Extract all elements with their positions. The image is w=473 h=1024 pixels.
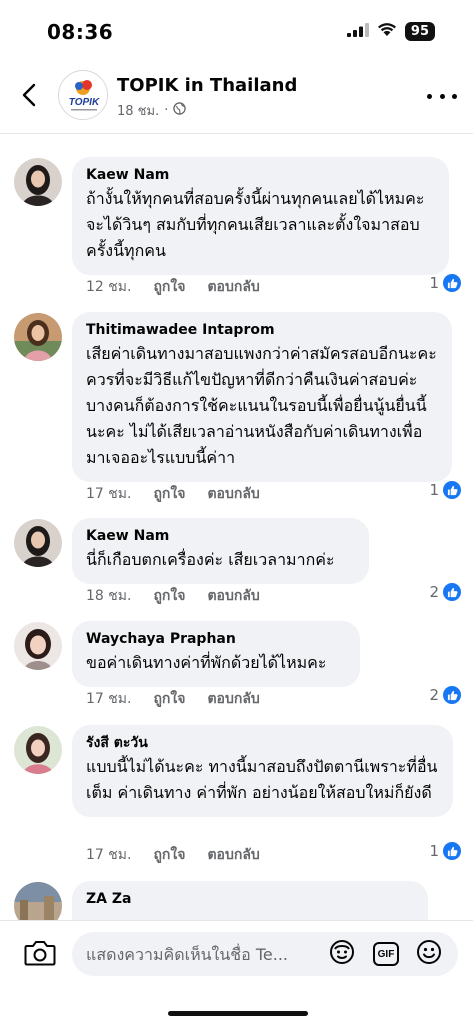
page-name[interactable]: TOPIK in Thailand: [117, 75, 297, 96]
comment-time: 12 ชม.: [86, 279, 132, 295]
status-time: 08:36: [47, 20, 114, 44]
reaction-count-value: 1: [429, 481, 439, 499]
comment-text: ถ้างั้นให้ทุกคนที่สอบครั้งนี้ผ่านทุกคนเล…: [86, 189, 425, 260]
comment-input[interactable]: [86, 932, 326, 976]
more-icon: [427, 93, 432, 99]
post-age: 18 ชม.: [117, 104, 160, 119]
reaction-count-value: 2: [429, 686, 439, 704]
like-icon: [443, 274, 461, 292]
comment-text: นี่ก็เกือบตกเครื่องค่ะ เสียเวลามากค่ะ: [86, 550, 335, 569]
comment-author[interactable]: Kaew Nam: [86, 166, 435, 184]
comment-bubble: Thitimawadee Intaprom เสียค่าเดินทางมาสอ…: [72, 312, 452, 482]
reaction-count-value: 2: [429, 583, 439, 601]
comment-time: 18 ชม.: [86, 588, 132, 604]
comment-time: 17 ชม.: [86, 847, 132, 863]
reaction-count[interactable]: 1: [429, 481, 461, 499]
reaction-count[interactable]: 1: [429, 274, 461, 292]
battery-indicator: 95: [404, 22, 435, 41]
comment-composer: GIF: [0, 920, 473, 1024]
comment-actions: 18 ชม. ถูกใจ ตอบกลับ: [86, 585, 260, 607]
page-logo[interactable]: TOPIK: [58, 70, 108, 120]
comment-author[interactable]: Thitimawadee Intaprom: [86, 321, 438, 339]
like-icon: [443, 842, 461, 860]
more-options-button[interactable]: [427, 86, 457, 106]
comment-actions: 17 ชม. ถูกใจ ตอบกลับ: [86, 844, 260, 866]
back-arrow-icon: [22, 83, 36, 111]
reply-button[interactable]: ตอบกลับ: [207, 688, 259, 710]
comment-author[interactable]: Kaew Nam: [86, 527, 355, 545]
gif-button[interactable]: GIF: [372, 940, 400, 968]
avatar[interactable]: [14, 158, 62, 206]
reaction-count[interactable]: 2: [429, 686, 461, 704]
emoji-button[interactable]: [415, 940, 443, 968]
camera-icon: [24, 941, 56, 971]
home-indicator[interactable]: [168, 1011, 308, 1016]
comment-author[interactable]: ZA Za: [86, 890, 414, 908]
reply-button[interactable]: ตอบกลับ: [207, 585, 259, 607]
comment-time: 17 ชม.: [86, 691, 132, 707]
like-button[interactable]: ถูกใจ: [153, 844, 185, 866]
comment-author[interactable]: Waychaya Praphan: [86, 630, 346, 648]
comment-time: 17 ชม.: [86, 486, 132, 502]
reaction-count[interactable]: 1: [429, 842, 461, 860]
comment-bubble: Kaew Nam ถ้างั้นให้ทุกคนที่สอบครั้งนี้ผ่…: [72, 157, 449, 275]
avatar[interactable]: [14, 726, 62, 774]
emoji-icon: [416, 939, 442, 969]
comment-input-container: GIF: [72, 932, 458, 976]
like-button[interactable]: ถูกใจ: [153, 276, 185, 298]
post-meta: 18 ชม. ·: [117, 100, 187, 121]
status-icons: 95: [346, 22, 435, 41]
reply-button[interactable]: ตอบกลับ: [207, 844, 259, 866]
comment-actions: 12 ชม. ถูกใจ ตอบกลับ: [86, 276, 260, 298]
reaction-count-value: 1: [429, 842, 439, 860]
comment-text: แบบนี้ไม่ได้นะคะ ทางนี้มาสอบถึงปัตตานีเพ…: [86, 757, 438, 802]
comment-bubble: รังสี ตะวัน แบบนี้ไม่ได้นะคะ ทางนี้มาสอบ…: [72, 725, 453, 817]
comment-bubble: Kaew Nam นี่ก็เกือบตกเครื่องค่ะ เสียเวลา…: [72, 518, 369, 584]
meta-dot: ·: [164, 103, 169, 118]
svg-text:TOPIK: TOPIK: [69, 97, 100, 108]
globe-icon: [173, 102, 187, 119]
like-icon: [443, 481, 461, 499]
avatar[interactable]: [14, 313, 62, 361]
avatar[interactable]: [14, 519, 62, 567]
wifi-icon: [377, 22, 397, 41]
signal-icon: [346, 22, 369, 41]
reply-button[interactable]: ตอบกลับ: [207, 276, 259, 298]
comment-actions: 17 ชม. ถูกใจ ตอบกลับ: [86, 688, 260, 710]
comment-bubble: Waychaya Praphan ขอค่าเดินทางค่าที่พักด้…: [72, 621, 360, 687]
like-icon: [443, 583, 461, 601]
gif-icon: GIF: [373, 942, 399, 966]
reply-button[interactable]: ตอบกลับ: [207, 483, 259, 505]
camera-button[interactable]: [24, 939, 58, 969]
avatar-sticker-button[interactable]: [328, 940, 356, 968]
avatar-sticker-icon: [329, 939, 355, 969]
reaction-count[interactable]: 2: [429, 583, 461, 601]
status-bar: 08:36 95: [0, 0, 473, 62]
comment-author[interactable]: รังสี ตะวัน: [86, 734, 439, 752]
comment-text: เสียค่าเดินทางมาสอบแพงกว่าค่าสมัครสอบอีก…: [86, 344, 437, 467]
like-icon: [443, 686, 461, 704]
comment-actions: 17 ชม. ถูกใจ ตอบกลับ: [86, 483, 260, 505]
like-button[interactable]: ถูกใจ: [153, 483, 185, 505]
like-button[interactable]: ถูกใจ: [153, 688, 185, 710]
back-button[interactable]: [14, 80, 44, 114]
avatar[interactable]: [14, 622, 62, 670]
reaction-count-value: 1: [429, 274, 439, 292]
like-button[interactable]: ถูกใจ: [153, 585, 185, 607]
comment-text: ขอค่าเดินทางค่าที่พักด้วยได้ไหมคะ: [86, 653, 327, 672]
post-header: TOPIK TOPIK in Thailand 18 ชม. ·: [0, 62, 473, 134]
